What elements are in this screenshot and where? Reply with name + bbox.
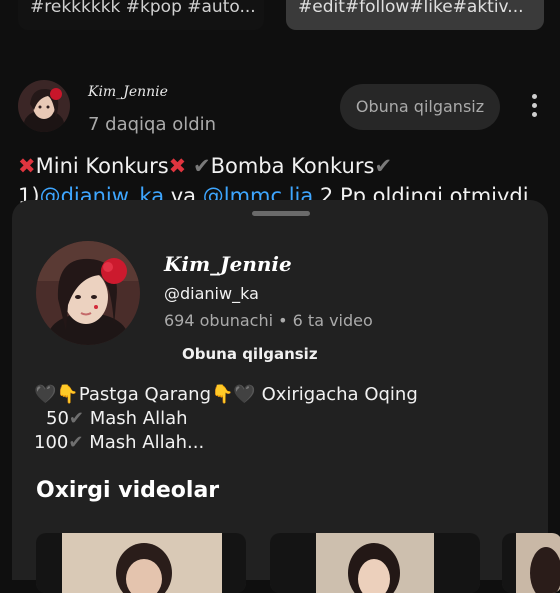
cross-mark-icon: ✖ bbox=[18, 154, 36, 178]
check-mark-icon: ✔ bbox=[68, 408, 84, 429]
description-text: Mash Allah... bbox=[89, 432, 205, 453]
check-mark-icon: ✔ bbox=[192, 154, 211, 178]
channel-description-line: 🖤👇Pastga Qarang👇🖤 Oxirigacha Oqing bbox=[34, 384, 418, 405]
channel-description-line: 50✔ Mash Allah bbox=[46, 408, 188, 429]
post-author-name[interactable]: Kim_Jennie bbox=[88, 84, 168, 100]
hashtag-chips: #rekkkkkk #kpop #auto... #edit#follow#li… bbox=[0, 0, 560, 34]
cross-mark-icon: ✖ bbox=[168, 154, 187, 178]
description-text: Oxirigacha Oqing bbox=[261, 384, 418, 405]
description-number: 100 bbox=[34, 432, 69, 453]
hashtag-chip[interactable]: #rekkkkkk #kpop #auto... bbox=[18, 0, 264, 30]
subscribed-button[interactable]: Obuna qilgansiz bbox=[340, 84, 500, 130]
post-text-line: ✖Mini Konkurs✖ ✔Bomba Konkurs✔ bbox=[18, 154, 392, 178]
channel-stats: 694 obunachi • 6 ta video bbox=[164, 311, 373, 330]
post-text-segment: Bomba Konkurs bbox=[210, 154, 375, 178]
black-heart-icon: 🖤 bbox=[233, 384, 256, 405]
recent-videos-heading: Oxirgi videolar bbox=[36, 478, 220, 503]
post-text-segment: Mini Konkurs bbox=[35, 154, 169, 178]
description-number: 50 bbox=[46, 408, 69, 429]
avatar[interactable] bbox=[18, 80, 70, 132]
description-text: Pastga Qarang bbox=[78, 384, 211, 405]
channel-avatar[interactable] bbox=[36, 241, 140, 345]
subscribed-button[interactable]: Obuna qilgansiz bbox=[182, 345, 318, 363]
check-mark-icon: ✔ bbox=[68, 432, 84, 453]
more-vert-icon[interactable] bbox=[528, 94, 540, 124]
pointing-down-icon: 👇 bbox=[56, 384, 79, 405]
channel-bottom-sheet: Kim_Jennie @dianiw_ka 694 obunachi • 6 t… bbox=[12, 200, 560, 593]
post-header: Kim_Jennie 7 daqiqa oldin Obuna qilgansi… bbox=[18, 80, 548, 140]
channel-name[interactable]: Kim_Jennie bbox=[164, 252, 292, 276]
check-mark-icon: ✔ bbox=[374, 154, 393, 178]
black-heart-icon: 🖤 bbox=[34, 384, 57, 405]
video-thumbnail[interactable] bbox=[270, 533, 480, 593]
post-timestamp: 7 daqiqa oldin bbox=[88, 114, 217, 135]
video-thumbnail[interactable] bbox=[502, 533, 560, 593]
drag-handle[interactable] bbox=[252, 211, 310, 216]
video-thumbnail[interactable] bbox=[36, 533, 246, 593]
channel-description-line: 100✔ Mash Allah... bbox=[34, 432, 204, 453]
description-text: Mash Allah bbox=[89, 408, 188, 429]
channel-handle: @dianiw_ka bbox=[164, 284, 259, 303]
hashtag-chip[interactable]: #edit#follow#like#aktiv... bbox=[286, 0, 544, 30]
pointing-down-icon: 👇 bbox=[211, 384, 234, 405]
